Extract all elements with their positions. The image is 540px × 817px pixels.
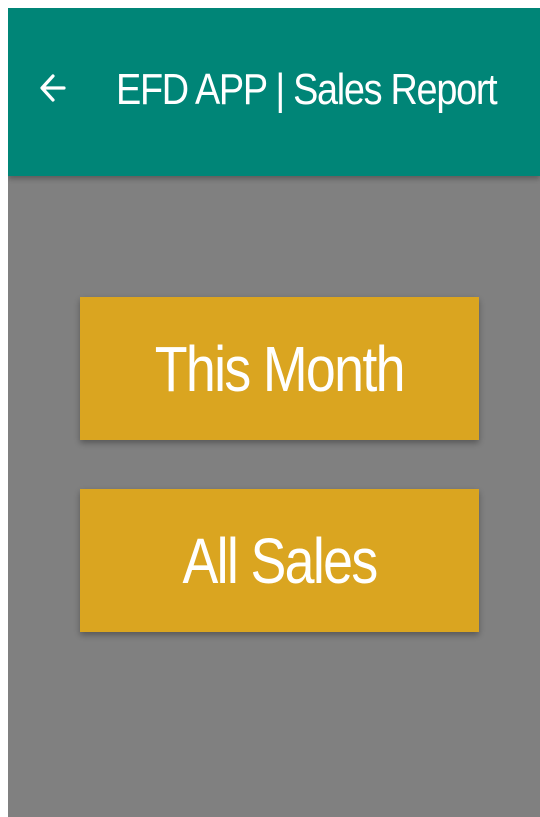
- page-title: EFD APP | Sales Report: [116, 65, 498, 114]
- all-sales-button-label: All Sales: [182, 524, 378, 597]
- sales-report-screen: EFD APP | Sales Report This Month All Sa…: [8, 8, 540, 817]
- back-button[interactable]: [28, 62, 80, 114]
- arrow-left-icon: [40, 74, 66, 102]
- this-month-button-label: This Month: [154, 332, 406, 405]
- app-bar: EFD APP | Sales Report: [8, 8, 540, 176]
- all-sales-button[interactable]: All Sales: [80, 489, 479, 632]
- this-month-button[interactable]: This Month: [80, 297, 479, 440]
